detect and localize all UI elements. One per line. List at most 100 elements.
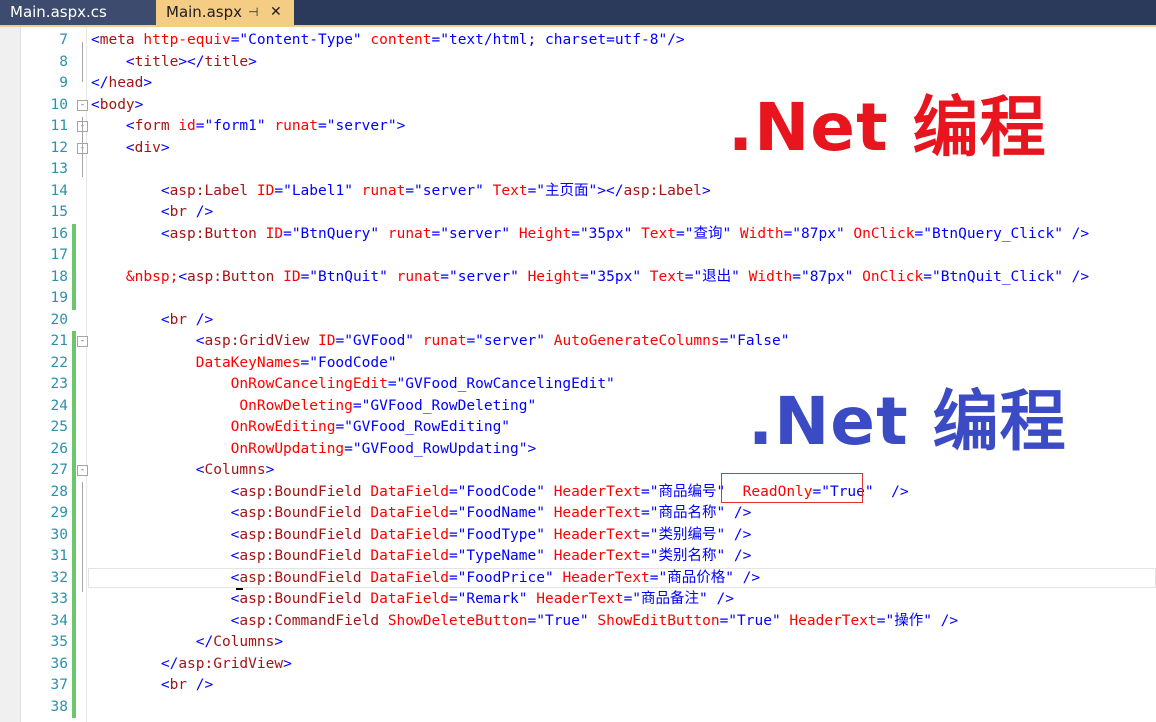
- code-line[interactable]: 14 <asp:Label ID="Label1" runat="server"…: [0, 181, 1156, 203]
- code-token: asp:GridView: [178, 655, 284, 672]
- code-line[interactable]: 33 <asp:BoundField DataField="Remark" He…: [0, 589, 1156, 611]
- modified-marker: [72, 288, 76, 310]
- code-token: />: [187, 204, 214, 220]
- code-token: ="False": [719, 333, 790, 349]
- modified-marker: [72, 374, 76, 396]
- code-token: <: [91, 526, 240, 543]
- modified-marker: [72, 266, 76, 288]
- code-token: ="BtnQuit_Click" />: [923, 268, 1090, 285]
- code-line[interactable]: 38: [0, 696, 1156, 718]
- code-token: ="BtnQuery": [283, 225, 388, 242]
- code-token: ="FoodCode": [300, 354, 397, 371]
- code-line[interactable]: 20 <br />: [0, 310, 1156, 332]
- fold-toggle-icon[interactable]: -: [77, 465, 88, 476]
- line-number: 17: [50, 247, 68, 263]
- highlight-box-readonly: [721, 473, 863, 503]
- code-token: Columns: [204, 462, 266, 478]
- code-text: <br />: [91, 675, 213, 697]
- line-number: 20: [50, 311, 68, 328]
- code-token: body: [99, 96, 135, 113]
- code-text: </head>: [91, 73, 152, 95]
- code-line[interactable]: 37 <br />: [0, 675, 1156, 697]
- code-text: OnRowUpdating="GVFood_RowUpdating">: [91, 439, 537, 461]
- code-line[interactable]: 28 <asp:BoundField DataField="FoodCode" …: [0, 481, 1156, 503]
- line-number: 34: [50, 612, 68, 629]
- code-token: runat: [396, 268, 441, 285]
- code-token: <: [91, 612, 240, 629]
- text-cursor: [236, 588, 243, 590]
- line-number: 21: [50, 333, 68, 349]
- code-token: runat: [387, 225, 432, 242]
- code-token: ="类别名称" />: [641, 548, 752, 564]
- code-text: <asp:Label ID="Label1" runat="server" Te…: [91, 181, 711, 203]
- code-token: ="FoodName": [448, 505, 554, 521]
- code-text: <asp:BoundField DataField="TypeName" Hea…: [91, 546, 752, 568]
- code-token: HeaderText: [789, 612, 877, 629]
- tab-main-aspx[interactable]: Main.aspx ⊣ ✕: [156, 0, 294, 25]
- tab-main-aspx-cs[interactable]: Main.aspx.cs: [0, 0, 156, 25]
- modified-marker: [72, 503, 76, 525]
- code-token: <: [91, 677, 170, 693]
- line-number: 8: [59, 53, 68, 70]
- code-token: AutoGenerateColumns: [553, 333, 720, 349]
- code-token: >: [265, 462, 275, 478]
- code-line[interactable]: 21- <asp:GridView ID="GVFood" runat="ser…: [0, 331, 1156, 353]
- code-token: HeaderText: [536, 591, 624, 607]
- line-number: 11: [50, 118, 68, 134]
- code-token: >: [134, 96, 144, 113]
- fold-toggle-icon[interactable]: -: [77, 99, 88, 111]
- code-line[interactable]: 7 <meta http-equiv="Content-Type" content…: [0, 30, 1156, 52]
- code-token: />: [187, 677, 214, 693]
- code-token: <: [91, 548, 240, 564]
- line-number: 26: [50, 440, 68, 457]
- code-token: title: [204, 53, 249, 70]
- code-line[interactable]: 18 &nbsp;<asp:Button ID="BtnQuit" runat=…: [0, 266, 1156, 289]
- fold-toggle-icon[interactable]: -: [77, 336, 88, 347]
- code-line[interactable]: 30 <asp:BoundField DataField="FoodType" …: [0, 524, 1156, 546]
- code-line[interactable]: 8 <title></title>: [0, 52, 1156, 74]
- code-token: OnRowUpdating: [91, 440, 345, 457]
- code-token: DataField: [370, 526, 449, 543]
- line-number: 38: [50, 698, 68, 715]
- code-token: <: [91, 311, 170, 328]
- modified-marker: [72, 632, 76, 654]
- code-text: <meta http-equiv="Content-Type" content=…: [91, 30, 685, 52]
- code-token: <: [91, 53, 135, 70]
- code-token: ="查询": [675, 225, 740, 242]
- code-line[interactable]: 31 <asp:BoundField DataField="TypeName" …: [0, 546, 1156, 568]
- code-text: &nbsp;<asp:Button ID="BtnQuit" runat="se…: [91, 267, 1089, 289]
- code-text: <asp:Button ID="BtnQuery" runat="server"…: [91, 224, 1089, 246]
- line-number: 16: [50, 225, 68, 242]
- code-token: ="FoodType": [448, 526, 554, 543]
- code-token: ="BtnQuery_Click" />: [914, 225, 1090, 242]
- code-token: DataField: [370, 591, 449, 607]
- code-token: />: [187, 311, 214, 328]
- code-token: <: [91, 96, 100, 113]
- code-line[interactable]: 34 <asp:CommandField ShowDeleteButton="T…: [0, 610, 1156, 632]
- code-line[interactable]: 32 <asp:BoundField DataField="FoodPrice"…: [0, 567, 1156, 589]
- code-line[interactable]: 16 <asp:Button ID="BtnQuery" runat="serv…: [0, 223, 1156, 246]
- code-text: DataKeyNames="FoodCode": [91, 353, 397, 375]
- watermark-middle: .Net 编程: [748, 383, 1067, 460]
- code-token: </: [91, 75, 109, 91]
- code-line[interactable]: 19: [0, 288, 1156, 310]
- code-token: asp:BoundField: [239, 569, 362, 586]
- code-line[interactable]: 36 </asp:GridView>: [0, 653, 1156, 675]
- code-text: OnRowCancelingEdit="GVFood_RowCancelingE…: [91, 374, 615, 396]
- code-line[interactable]: 17: [0, 245, 1156, 267]
- pin-icon[interactable]: ⊣: [248, 0, 258, 25]
- code-text: <asp:BoundField DataField="Remark" Heade…: [91, 589, 734, 611]
- code-token: ="87px": [792, 268, 863, 285]
- code-token: DataKeyNames: [91, 354, 301, 371]
- code-token: runat: [422, 333, 467, 349]
- code-token: id: [178, 118, 196, 134]
- code-token: ID: [318, 333, 336, 349]
- close-icon[interactable]: ✕: [270, 0, 282, 25]
- code-line[interactable]: 29 <asp:BoundField DataField="FoodName" …: [0, 503, 1156, 525]
- code-line[interactable]: 35 </Columns>: [0, 632, 1156, 654]
- code-line[interactable]: 15 <br />: [0, 202, 1156, 224]
- code-token: DataField: [370, 505, 449, 521]
- code-token: runat: [274, 118, 319, 134]
- code-token: ="Remark": [448, 591, 537, 607]
